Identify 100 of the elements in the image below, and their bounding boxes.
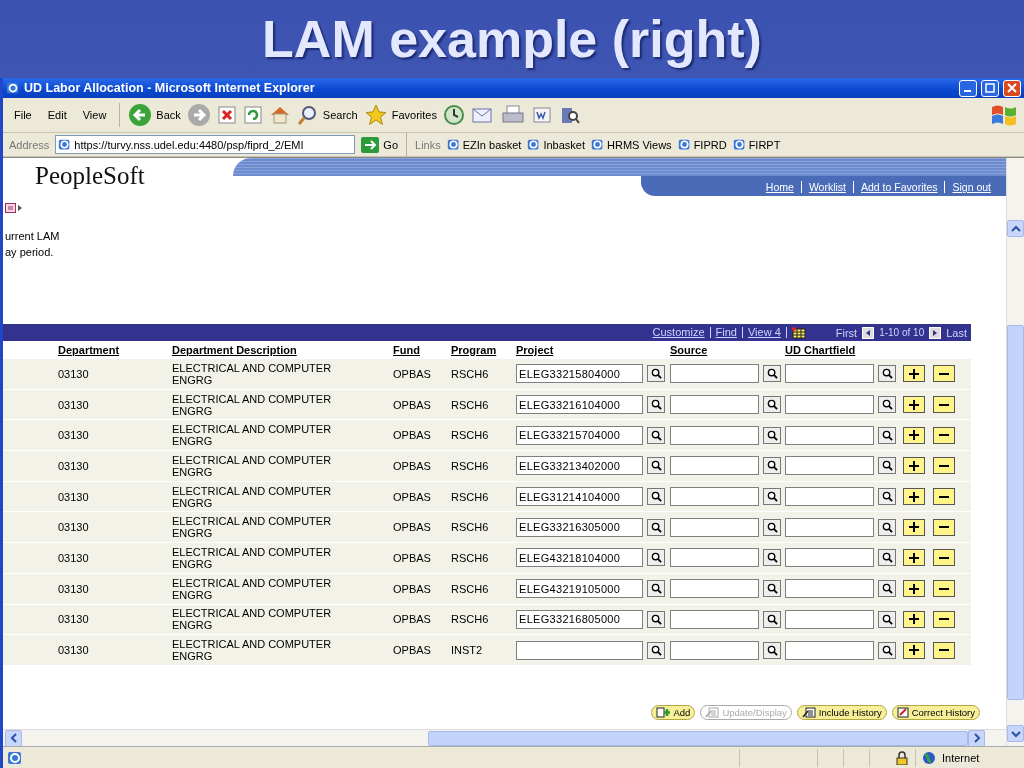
toolbar-button[interactable]: Favorites	[363, 103, 437, 127]
link-item[interactable]: FIRPT	[732, 138, 781, 151]
lookup-button[interactable]	[763, 641, 781, 659]
lookup-button[interactable]	[647, 365, 665, 383]
delete-row-button[interactable]	[933, 641, 955, 659]
chartfield-field[interactable]	[785, 579, 874, 599]
project-field[interactable]: ELEG43219105000	[516, 579, 643, 599]
lookup-button[interactable]	[647, 641, 665, 659]
lookup-button[interactable]	[878, 365, 896, 383]
page-menu-icon[interactable]	[5, 203, 23, 213]
lookup-button[interactable]	[878, 518, 896, 536]
lookup-button[interactable]	[647, 488, 665, 506]
lookup-button[interactable]	[763, 518, 781, 536]
add-row-button[interactable]	[903, 610, 925, 628]
link-item[interactable]: Inbasket	[527, 138, 586, 151]
chartfield-field[interactable]	[785, 395, 874, 415]
grid-link[interactable]: View 4	[747, 327, 787, 338]
printer-icon[interactable]	[500, 104, 525, 126]
chartfield-field[interactable]	[785, 425, 874, 445]
chartfield-field[interactable]	[785, 609, 874, 629]
lookup-button[interactable]	[763, 610, 781, 628]
lookup-button[interactable]	[763, 396, 781, 414]
lookup-button[interactable]	[647, 426, 665, 444]
column-header[interactable]: UD Chartfield	[785, 344, 878, 356]
mail-icon[interactable]	[470, 105, 495, 125]
horizontal-scrollbar[interactable]	[3, 729, 1006, 746]
lookup-button[interactable]	[878, 426, 896, 444]
nav-link[interactable]: Add to Favorites	[853, 181, 945, 193]
lookup-button[interactable]	[763, 457, 781, 475]
menu-item[interactable]: Edit	[42, 109, 72, 121]
link-item[interactable]: HRMS Views	[591, 138, 672, 151]
scroll-up-icon[interactable]	[1010, 223, 1021, 234]
project-field[interactable]: ELEG33216805000	[516, 609, 643, 629]
source-field[interactable]	[670, 579, 759, 599]
project-field[interactable]: ELEG43218104000	[516, 548, 643, 568]
source-field[interactable]	[670, 548, 759, 568]
grid-link[interactable]: Find	[715, 327, 743, 338]
lookup-button[interactable]	[878, 641, 896, 659]
lookup-button[interactable]	[878, 396, 896, 414]
toolbar-button[interactable]: Back	[128, 103, 181, 127]
scroll-down-icon[interactable]	[1010, 728, 1021, 739]
refresh-icon[interactable]	[242, 105, 263, 125]
add-row-button[interactable]	[903, 365, 925, 383]
action-button[interactable]: Include History	[796, 705, 887, 720]
source-field[interactable]	[670, 425, 759, 445]
column-header[interactable]: Department	[58, 344, 172, 356]
chartfield-field[interactable]	[785, 364, 874, 384]
project-field[interactable]: ELEG33213402000	[516, 456, 643, 476]
project-field[interactable]: ELEG33215704000	[516, 425, 643, 445]
add-row-button[interactable]	[903, 488, 925, 506]
action-button[interactable]: Add	[651, 705, 696, 720]
source-field[interactable]	[670, 456, 759, 476]
nav-link[interactable]: Home	[758, 181, 801, 193]
delete-row-button[interactable]	[933, 396, 955, 414]
history-icon[interactable]	[442, 104, 465, 126]
lookup-button[interactable]	[878, 580, 896, 598]
nav-link[interactable]: Worklist	[800, 181, 853, 193]
toolbar-button[interactable]: Search	[296, 104, 358, 126]
chartfield-field[interactable]	[785, 517, 874, 537]
nav-link[interactable]: Sign out	[944, 181, 998, 193]
scroll-right-icon[interactable]	[971, 733, 982, 743]
grid-link[interactable]: Customize	[652, 327, 711, 338]
source-field[interactable]	[670, 640, 759, 660]
chartfield-field[interactable]	[785, 487, 874, 507]
menu-item[interactable]: File	[9, 109, 37, 121]
next-icon[interactable]	[929, 326, 942, 339]
add-row-button[interactable]	[903, 580, 925, 598]
lookup-button[interactable]	[763, 365, 781, 383]
add-row-button[interactable]	[903, 457, 925, 475]
column-header[interactable]: Source	[670, 344, 763, 356]
close-button[interactable]	[1003, 79, 1021, 97]
chartfield-field[interactable]	[785, 640, 874, 660]
delete-row-button[interactable]	[933, 580, 955, 598]
stop-icon[interactable]	[216, 105, 237, 125]
source-field[interactable]	[670, 609, 759, 629]
add-row-button[interactable]	[903, 396, 925, 414]
lookup-button[interactable]	[763, 426, 781, 444]
lookup-button[interactable]	[878, 549, 896, 567]
delete-row-button[interactable]	[933, 549, 955, 567]
project-field[interactable]: ELEG33216305000	[516, 517, 643, 537]
lookup-button[interactable]	[878, 488, 896, 506]
lookup-button[interactable]	[763, 488, 781, 506]
action-button[interactable]: Correct History	[891, 705, 980, 720]
source-field[interactable]	[670, 517, 759, 537]
column-header[interactable]: Department Description	[172, 344, 393, 356]
source-field[interactable]	[670, 487, 759, 507]
add-row-button[interactable]	[903, 426, 925, 444]
previous-icon[interactable]	[862, 326, 875, 339]
add-row-button[interactable]	[903, 549, 925, 567]
delete-row-button[interactable]	[933, 426, 955, 444]
add-row-button[interactable]	[903, 641, 925, 659]
lookup-button[interactable]	[878, 457, 896, 475]
lookup-button[interactable]	[647, 518, 665, 536]
delete-row-button[interactable]	[933, 518, 955, 536]
menu-item[interactable]: View	[77, 109, 112, 121]
lookup-button[interactable]	[647, 549, 665, 567]
star-icon[interactable]	[363, 103, 388, 127]
project-field[interactable]: ELEG33216104000	[516, 395, 643, 415]
lookup-button[interactable]	[647, 457, 665, 475]
address-field[interactable]: https://turvy.nss.udel.edu:4480/psp/fiprd_2/EMI	[55, 135, 356, 154]
